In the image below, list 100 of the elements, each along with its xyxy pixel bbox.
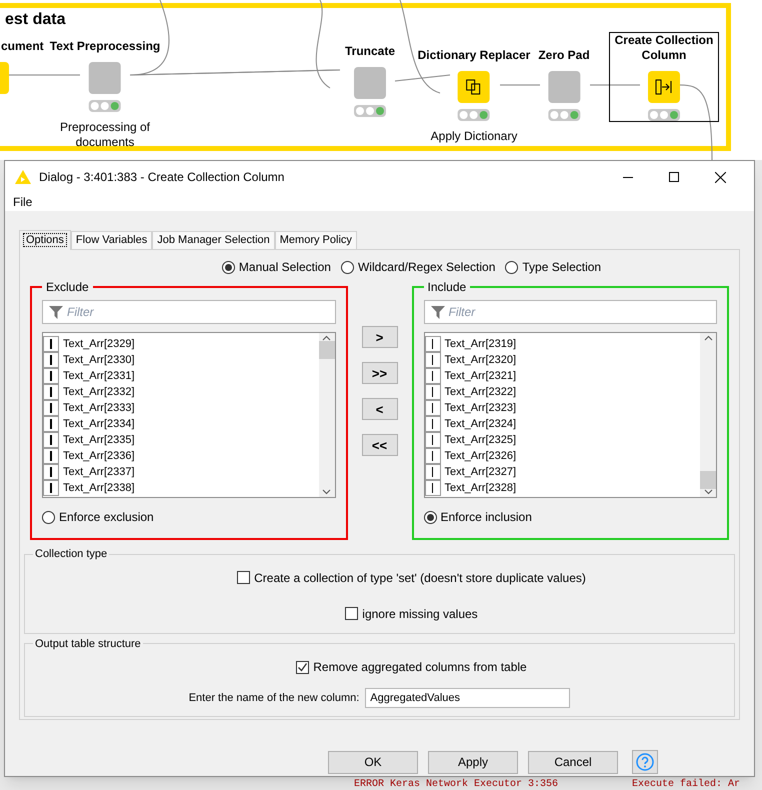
filter-field[interactable]: Filter [424, 300, 717, 324]
filter-input[interactable]: Filter [67, 303, 328, 321]
node-selection-frame[interactable]: Create Collection Column [609, 32, 719, 122]
close-icon[interactable] [715, 172, 726, 182]
radio-button[interactable] [505, 260, 518, 274]
column-item[interactable]: Text_Arr[2324] [424, 416, 700, 432]
radio-option[interactable]: Enforce inclusion [424, 508, 717, 526]
radio-button[interactable] [340, 260, 354, 274]
checkbox[interactable] [237, 571, 250, 584]
tab[interactable]: Memory Policy [274, 231, 357, 249]
dialog-button[interactable]: Apply [428, 750, 518, 774]
radio-option[interactable]: Manual Selection [222, 258, 331, 276]
checkbox[interactable] [345, 607, 358, 620]
help-icon [636, 753, 654, 771]
tab[interactable]: Job Manager Selection [152, 231, 275, 249]
node-selection-frame[interactable]: Truncate [340, 43, 400, 118]
column-item[interactable]: Text_Arr[2329] [43, 336, 318, 352]
node-annotation: Preprocessing of documents [58, 120, 151, 150]
scroll-thumb[interactable] [700, 471, 716, 489]
group-title: Exclude [45, 279, 90, 296]
column-item[interactable]: Text_Arr[2338] [43, 480, 318, 496]
console-text: Execute failed: Ar [632, 779, 740, 790]
move-button[interactable]: << [362, 434, 398, 456]
column-item[interactable]: Text_Arr[2319] [424, 336, 700, 352]
string-type-icon [424, 416, 440, 432]
checkbox-option[interactable]: Create a collection of type 'set' (doesn't store duplicate values) [237, 568, 586, 586]
column-item[interactable]: Text_Arr[2330] [43, 352, 318, 368]
string-type-icon [43, 448, 59, 464]
column-item[interactable]: Text_Arr[2332] [43, 384, 318, 400]
column-item[interactable]: Text_Arr[2331] [43, 368, 318, 384]
column-item[interactable]: Text_Arr[2323] [424, 400, 700, 416]
dialog-button[interactable]: Cancel [528, 750, 618, 774]
filter-field[interactable]: Filter [42, 300, 336, 324]
node-annotation: Apply Dictionary [430, 129, 518, 144]
string-type-icon [424, 352, 440, 368]
filter-icon [49, 305, 63, 319]
column-item[interactable]: Text_Arr[2326] [424, 448, 700, 464]
status-lights-icon [89, 100, 121, 112]
group-title: Collection type [34, 547, 108, 562]
string-type-icon [424, 464, 440, 480]
column-item[interactable]: Text_Arr[2327] [424, 464, 700, 480]
radio-button[interactable] [222, 260, 235, 274]
column-item[interactable]: Text_Arr[2333] [43, 400, 318, 416]
tab[interactable]: Options [19, 230, 71, 250]
checkbox-option[interactable]: Remove aggregated columns from table [296, 658, 527, 676]
radio-option[interactable]: Wildcard/Regex Selection [340, 258, 496, 276]
radio-button[interactable] [42, 510, 55, 524]
column-item[interactable]: Text_Arr[2328] [424, 480, 700, 496]
scrollbar[interactable] [700, 333, 716, 497]
move-button[interactable]: >> [362, 362, 398, 384]
filter-input[interactable]: Filter [448, 303, 710, 321]
node-body[interactable] [354, 67, 386, 99]
string-type-icon [424, 400, 440, 416]
column-item[interactable]: Text_Arr[2334] [43, 416, 318, 432]
string-type-icon [43, 464, 59, 480]
field-label: Enter the name of the new column: [188, 690, 360, 706]
scroll-up-icon[interactable] [322, 335, 331, 341]
radio-button[interactable] [424, 510, 436, 524]
status-lights-icon [354, 105, 386, 117]
node-body[interactable] [548, 71, 580, 103]
status-lights-icon [458, 109, 490, 121]
column-item[interactable]: Text_Arr[2321] [424, 368, 700, 384]
string-type-icon [424, 432, 440, 448]
string-type-icon [43, 384, 59, 400]
column-item[interactable]: Text_Arr[2325] [424, 432, 700, 448]
column-item[interactable]: Text_Arr[2322] [424, 384, 700, 400]
column-name-field[interactable]: AggregatedValues [365, 688, 570, 708]
tab[interactable]: Flow Variables [70, 231, 152, 249]
node-title: Text Preprocessing [50, 39, 160, 54]
checkbox-option[interactable]: ignore missing values [345, 604, 478, 622]
node-body[interactable] [89, 62, 121, 94]
status-lights-icon [648, 109, 680, 121]
move-button[interactable]: < [362, 398, 398, 420]
node-selection-frame[interactable]: Dictionary Replacer Apply Dictionary [412, 47, 536, 145]
dialog-button[interactable]: OK [328, 750, 418, 774]
move-button[interactable]: > [362, 326, 398, 348]
node-selection-frame[interactable]: Zero Pad [533, 47, 595, 122]
node-body[interactable] [648, 71, 680, 103]
node-body[interactable] [458, 71, 490, 103]
checkbox[interactable] [296, 660, 310, 674]
menu-item[interactable]: File [13, 193, 32, 211]
string-type-icon [424, 480, 440, 496]
string-type-icon [424, 336, 440, 352]
column-item[interactable]: Text_Arr[2320] [424, 352, 700, 368]
column-item[interactable]: Text_Arr[2335] [43, 432, 318, 448]
scroll-down-icon[interactable] [322, 489, 331, 495]
scroll-down-icon[interactable] [704, 489, 712, 495]
radio-option[interactable]: Type Selection [505, 258, 602, 276]
radio-option[interactable]: Enforce exclusion [42, 508, 336, 526]
string-type-icon [43, 368, 59, 384]
string-type-icon [43, 352, 59, 368]
column-item[interactable]: Text_Arr[2336] [43, 448, 318, 464]
scroll-thumb[interactable] [318, 341, 334, 359]
window-title: Dialog - 3:401:383 - Create Collection Column [39, 169, 286, 186]
scrollbar[interactable] [318, 333, 334, 497]
string-type-icon [424, 368, 440, 384]
column-item[interactable]: Text_Arr[2337] [43, 464, 318, 480]
string-type-icon [424, 448, 440, 464]
scroll-up-icon[interactable] [704, 335, 712, 341]
string-type-icon [43, 416, 59, 432]
